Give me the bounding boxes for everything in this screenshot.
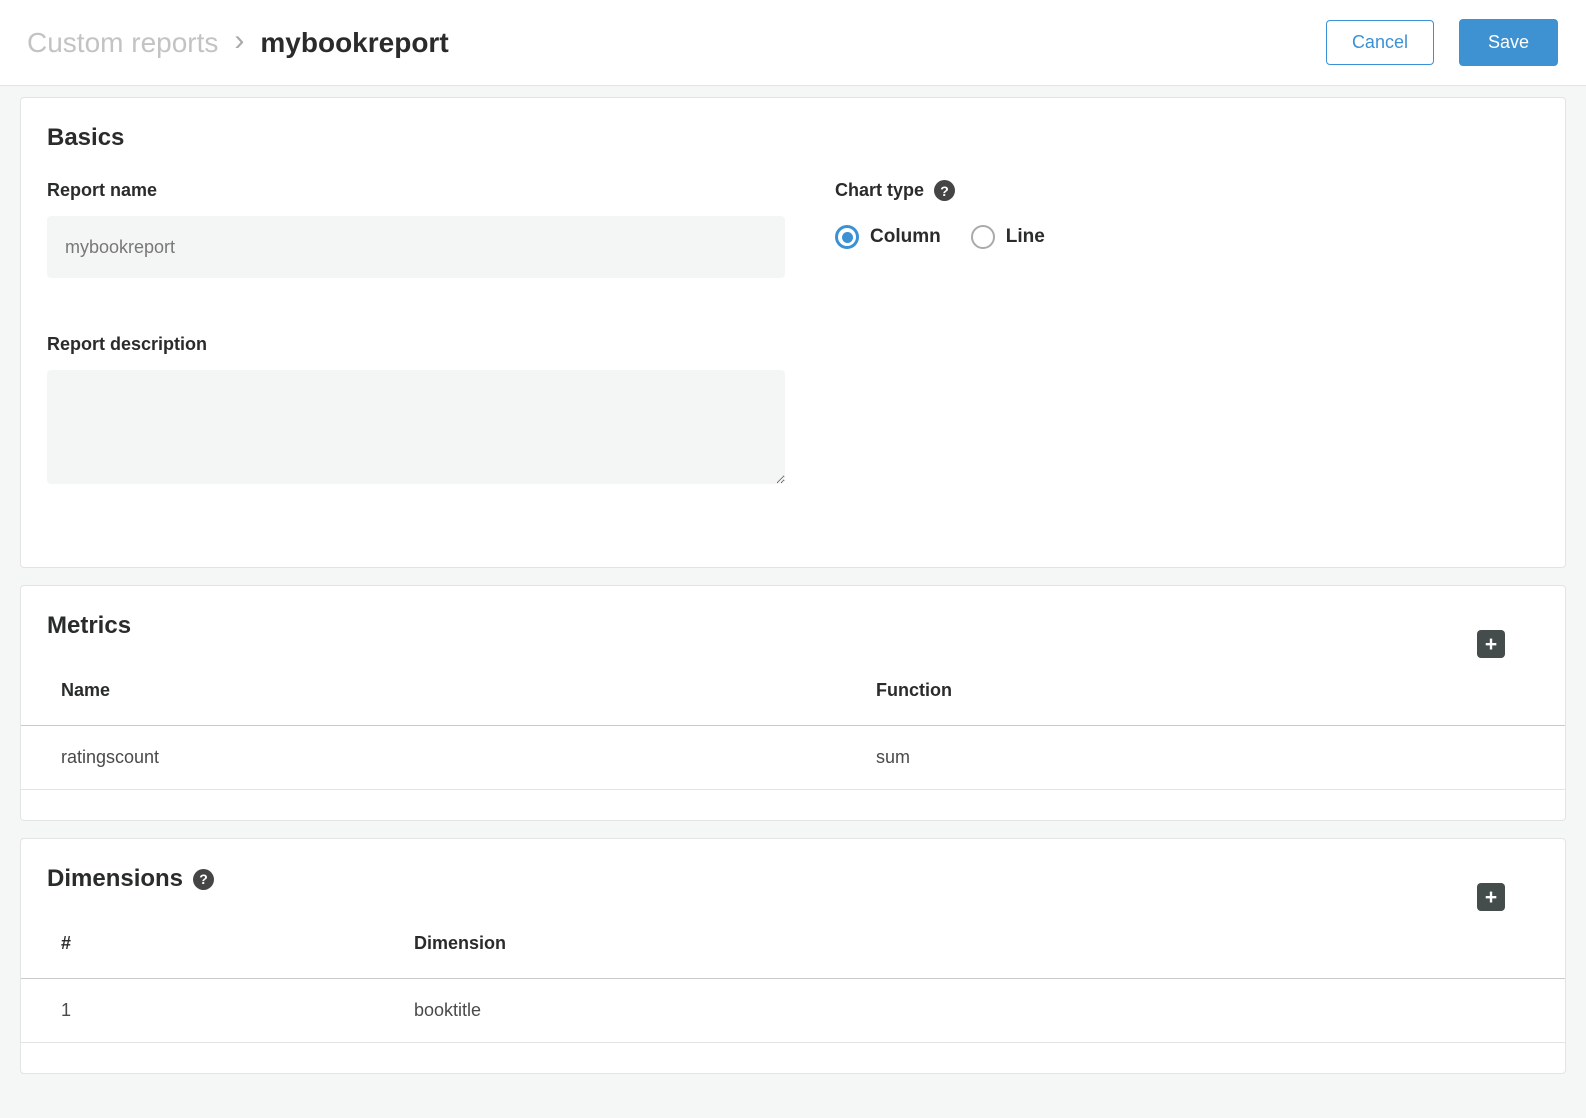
dimensions-table-head: # Dimension: [21, 915, 1565, 979]
dimension-name-cell: booktitle: [374, 979, 1565, 1043]
dimensions-table: # Dimension 1booktitle: [21, 915, 1565, 1043]
basics-card: Basics Report name Report description Ch…: [20, 97, 1566, 568]
page-header: Custom reports › mybookreport Cancel Sav…: [0, 0, 1586, 86]
add-metric-button[interactable]: +: [1477, 630, 1505, 658]
chart-type-radio-column[interactable]: Column: [835, 225, 941, 249]
page-content: Basics Report name Report description Ch…: [0, 86, 1586, 1118]
breadcrumb-chevron-icon: ›: [234, 26, 244, 56]
metrics-title: Metrics: [47, 612, 131, 640]
add-dimension-button[interactable]: +: [1477, 883, 1505, 911]
metrics-section-head: Metrics: [47, 612, 1565, 640]
chart-type-options: Column Line: [835, 225, 1075, 249]
breadcrumb: Custom reports › mybookreport: [27, 27, 449, 59]
radio-label: Line: [1006, 226, 1045, 248]
report-description-label: Report description: [47, 334, 785, 355]
dimension-row[interactable]: 1booktitle: [21, 979, 1565, 1043]
metrics-col-function: Function: [836, 662, 1565, 726]
dimensions-card: Dimensions ? + # Dimension 1booktitle: [20, 838, 1566, 1074]
basics-columns: Report name Report description Chart typ…: [47, 180, 1539, 489]
metrics-table-head: Name Function: [21, 662, 1565, 726]
header-actions: Cancel Save: [1326, 19, 1558, 67]
breadcrumb-parent-link[interactable]: Custom reports: [27, 27, 218, 59]
radio-icon: [971, 225, 995, 249]
metric-function-cell: sum: [836, 726, 1565, 790]
save-button[interactable]: Save: [1459, 19, 1558, 67]
cancel-button[interactable]: Cancel: [1326, 20, 1434, 66]
chart-type-help-icon[interactable]: ?: [934, 180, 955, 201]
basics-title: Basics: [47, 124, 1539, 152]
metrics-table-body: ratingscountsum: [21, 726, 1565, 790]
dimensions-col-index: #: [21, 915, 374, 979]
basics-right-column: Chart type ? Column Line: [835, 180, 1075, 489]
metrics-col-name: Name: [21, 662, 836, 726]
radio-label: Column: [870, 226, 941, 248]
dimensions-col-dimension: Dimension: [374, 915, 1565, 979]
breadcrumb-current: mybookreport: [260, 27, 448, 59]
chart-type-radio-line[interactable]: Line: [971, 225, 1045, 249]
dimensions-title: Dimensions: [47, 865, 183, 893]
basics-left-column: Report name Report description: [47, 180, 785, 489]
dimensions-section-head: Dimensions ?: [47, 865, 1565, 893]
metric-row[interactable]: ratingscountsum: [21, 726, 1565, 790]
chart-type-label-row: Chart type ?: [835, 180, 1075, 201]
report-name-label: Report name: [47, 180, 785, 201]
chart-type-label: Chart type: [835, 180, 924, 201]
dimensions-table-body: 1booktitle: [21, 979, 1565, 1043]
report-name-input[interactable]: [47, 216, 785, 278]
metric-name-cell: ratingscount: [21, 726, 836, 790]
metrics-table: Name Function ratingscountsum: [21, 662, 1565, 790]
report-name-field-block: Report name: [47, 180, 785, 278]
report-description-field-block: Report description: [47, 334, 785, 489]
radio-icon: [835, 225, 859, 249]
report-description-textarea[interactable]: [47, 370, 785, 484]
dimension-index-cell: 1: [21, 979, 374, 1043]
metrics-card: Metrics + Name Function ratingscountsum: [20, 585, 1566, 821]
dimensions-help-icon[interactable]: ?: [193, 869, 214, 890]
